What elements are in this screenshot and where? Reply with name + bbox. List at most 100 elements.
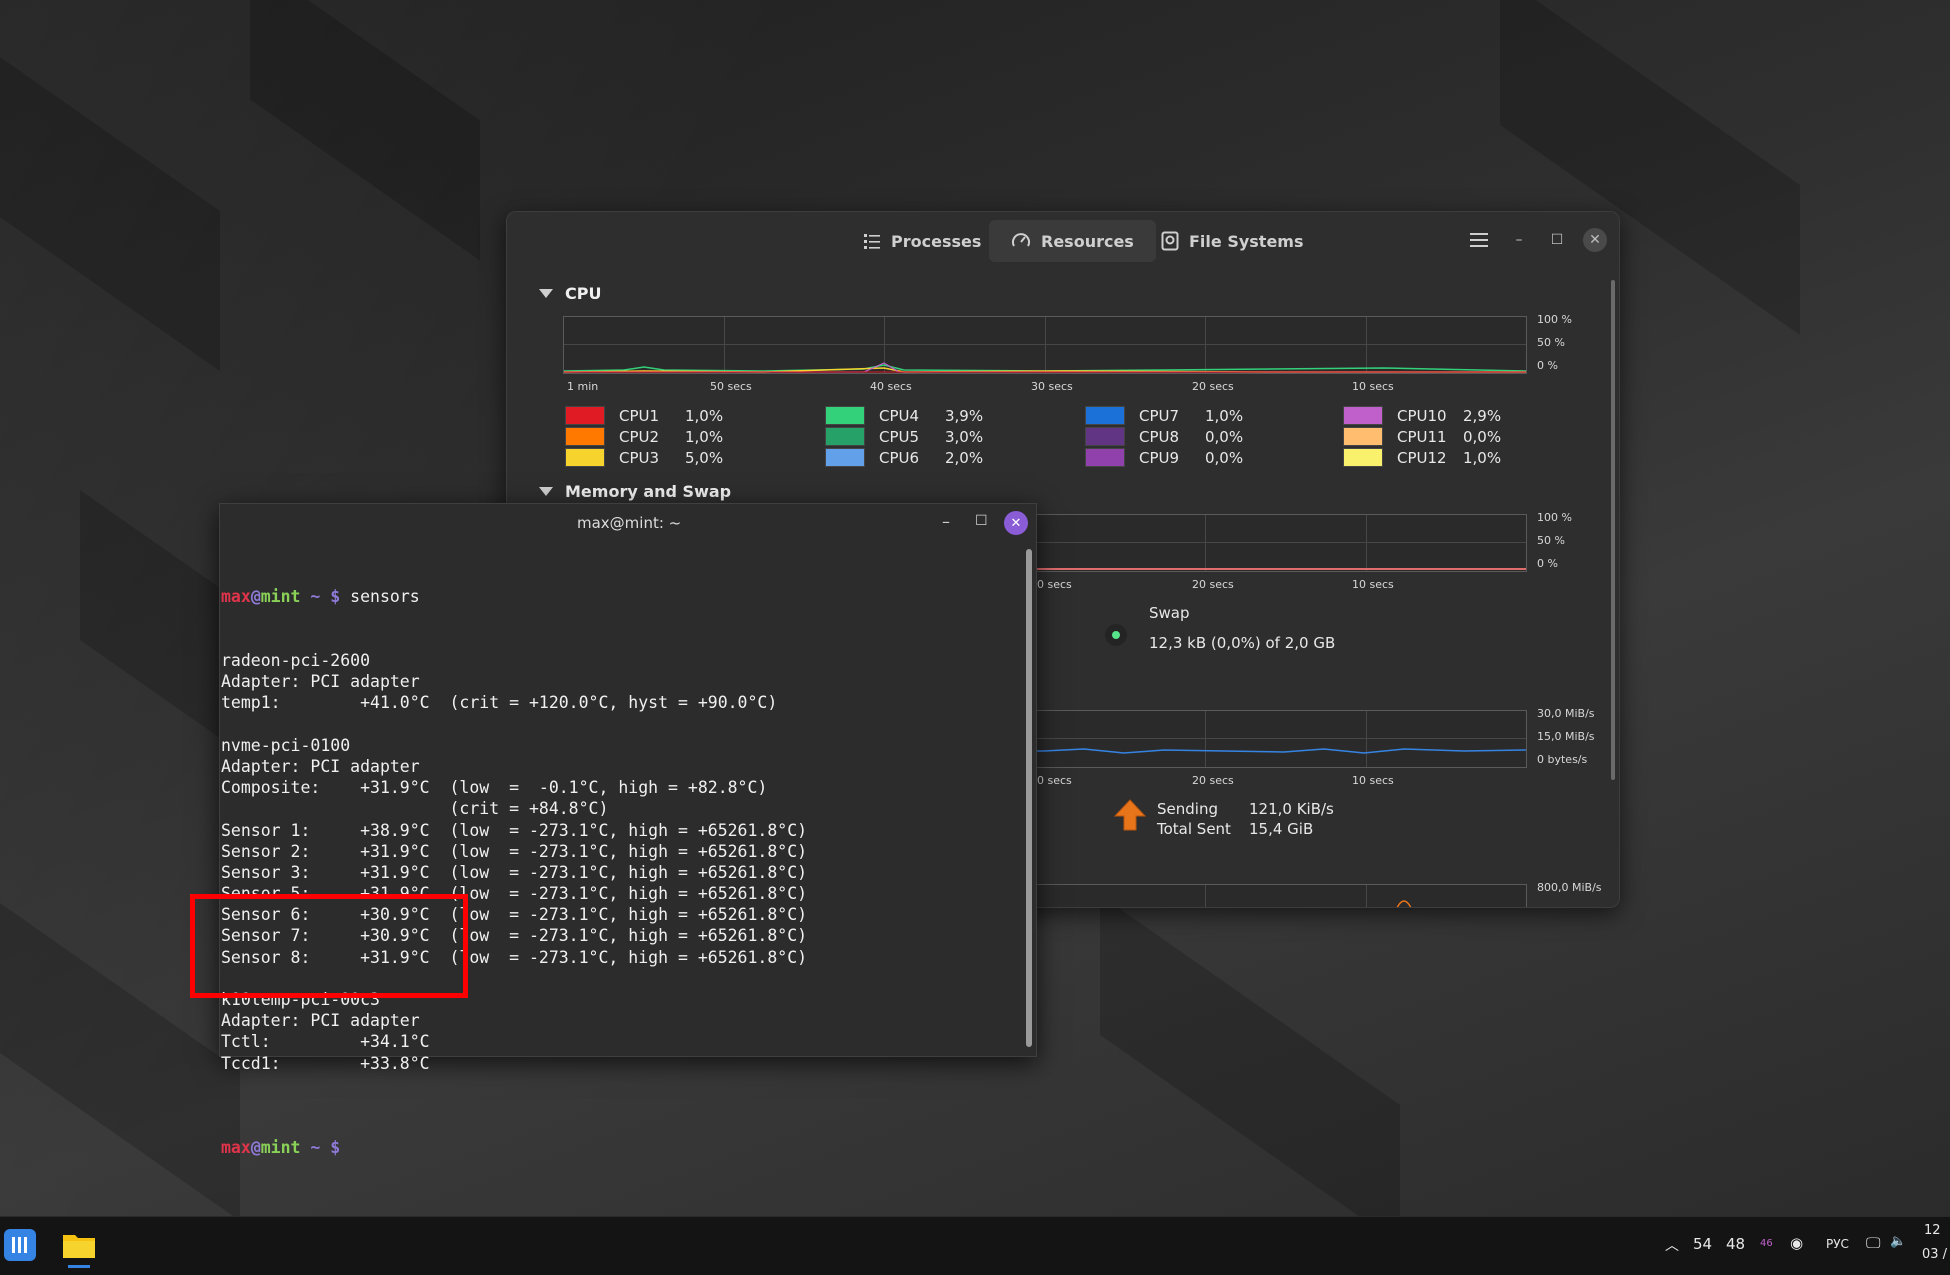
memory-x-tick: 10 secs <box>1352 578 1394 591</box>
cpu-x-tick: 30 secs <box>1031 380 1073 393</box>
cpu-name: CPU11 <box>1397 427 1447 446</box>
cpu-legend-item: CPU8 0,0% <box>1085 427 1243 446</box>
tray-value: 48 <box>1726 1235 1746 1253</box>
prompt-line: max@mint ~ $ <box>221 1138 351 1158</box>
command-text: sensors <box>350 587 420 607</box>
terminal-line: Tccd1: +33.8°C <box>221 1053 430 1073</box>
memory-y-tick: 100 % <box>1537 511 1572 524</box>
cpu-legend-item: CPU11 0,0% <box>1343 427 1501 446</box>
hamburger-menu-icon[interactable] <box>1467 228 1491 252</box>
cpu-legend-item: CPU6 2,0% <box>825 448 983 467</box>
swap-dot-icon <box>1112 631 1120 639</box>
color-swatch[interactable] <box>565 427 605 446</box>
close-button[interactable]: ✕ <box>1583 228 1607 252</box>
color-swatch[interactable] <box>825 406 865 425</box>
color-swatch[interactable] <box>565 448 605 467</box>
tab-resources[interactable]: Resources <box>989 220 1156 262</box>
cpu-history-graph <box>563 316 1527 374</box>
terminal-line: radeon-pci-2600 <box>221 651 371 670</box>
highlight-annotation-box <box>190 894 468 998</box>
cpu-y-tick: 100 % <box>1537 313 1572 326</box>
terminal-line: Adapter: PCI adapter <box>221 672 420 692</box>
cpu-value: 0,0% <box>1463 427 1502 446</box>
cpu-value: 3,0% <box>945 427 984 446</box>
cpu-legend-item: CPU4 3,9% <box>825 406 983 425</box>
cpu-section-header[interactable]: CPU <box>539 284 601 303</box>
clock-date[interactable]: 03 / <box>1922 1247 1947 1262</box>
tab-processes[interactable]: Processes <box>841 220 1003 262</box>
color-swatch[interactable] <box>565 406 605 425</box>
tray-expand-icon[interactable]: ︿ <box>1665 1235 1679 1255</box>
swap-label: Swap <box>1149 604 1190 622</box>
color-swatch[interactable] <box>1085 448 1125 467</box>
network-y-tick: 15,0 MiB/s <box>1537 730 1595 743</box>
color-swatch[interactable] <box>825 448 865 467</box>
cpu-section-title: CPU <box>565 284 602 303</box>
cpu-value: 1,0% <box>1463 448 1502 467</box>
cpu-x-tick: 1 min <box>567 380 599 393</box>
maximize-button[interactable]: ☐ <box>1545 228 1569 252</box>
color-swatch[interactable] <box>1085 406 1125 425</box>
close-button[interactable]: ✕ <box>1004 511 1028 535</box>
cpu-x-tick: 50 secs <box>710 380 752 393</box>
color-swatch[interactable] <box>1085 427 1125 446</box>
total-sent-label: Total Sent <box>1157 820 1231 838</box>
minimize-button[interactable]: – <box>942 512 950 531</box>
cpu-name: CPU6 <box>879 448 920 467</box>
terminal-titlebar[interactable]: max@mint: ~ – ☐ ✕ <box>220 504 1036 544</box>
swap-indicator <box>1105 624 1127 646</box>
memory-section-title: Memory and Swap <box>565 482 732 501</box>
terminal-title: max@mint: ~ <box>577 514 682 532</box>
sending-value: 121,0 KiB/s <box>1249 800 1334 818</box>
tab-resources-label: Resources <box>1041 231 1134 251</box>
wallpaper-tile <box>0 28 220 372</box>
color-swatch[interactable] <box>825 427 865 446</box>
volume-icon[interactable]: 🔈 <box>1890 1234 1906 1249</box>
minimize-button[interactable]: – <box>1507 228 1531 252</box>
cpu-legend-item: CPU2 1,0% <box>565 427 723 446</box>
cpu-legend-item: CPU9 0,0% <box>1085 448 1243 467</box>
color-swatch[interactable] <box>1343 448 1383 467</box>
memory-x-tick: 0 secs <box>1037 578 1072 591</box>
network-icon[interactable]: 🖵 <box>1866 1234 1880 1252</box>
prompt-line: max@mint ~ $ sensors <box>221 587 420 607</box>
terminal-line: Tctl: +34.1°C <box>221 1032 430 1052</box>
terminal-line: Sensor 3: +31.9°C (low = -273.1°C, high … <box>221 862 808 882</box>
keyboard-layout[interactable]: РУС <box>1826 1237 1849 1251</box>
tab-file-systems-label: File Systems <box>1189 231 1304 251</box>
file-manager-icon[interactable] <box>62 1231 96 1259</box>
terminal-line: Sensor 2: +31.9°C (low = -273.1°C, high … <box>221 841 808 861</box>
sending-label: Sending <box>1157 800 1218 818</box>
cpu-legend-item: CPU10 2,9% <box>1343 406 1501 425</box>
cpu-name: CPU8 <box>1139 427 1180 446</box>
tray-circle-icon[interactable]: ◉ <box>1790 1234 1803 1252</box>
terminal-line: temp1: +41.0°C (crit = +120.0°C, hyst = … <box>221 693 778 713</box>
memory-section-header[interactable]: Memory and Swap <box>539 482 731 501</box>
disk-y-tick: 800,0 MiB/s <box>1537 881 1602 894</box>
color-swatch[interactable] <box>1343 427 1383 446</box>
tray-value: 54 <box>1693 1235 1713 1253</box>
cpu-x-tick: 40 secs <box>870 380 912 393</box>
network-x-tick: 10 secs <box>1352 774 1394 787</box>
active-app-indicator <box>68 1265 90 1268</box>
cpu-legend-item: CPU12 1,0% <box>1343 448 1501 467</box>
cpu-legend-item: CPU1 1,0% <box>565 406 723 425</box>
color-swatch[interactable] <box>1343 406 1383 425</box>
cpu-value: 3,9% <box>945 406 984 425</box>
tab-file-systems[interactable]: File Systems <box>1139 220 1326 262</box>
system-monitor-header: Processes Resources File Systems – ☐ ✕ <box>507 212 1619 268</box>
memory-y-tick: 50 % <box>1537 534 1565 547</box>
scrollbar[interactable] <box>1611 280 1615 780</box>
cpu-value: 1,0% <box>1205 406 1244 425</box>
scrollbar[interactable] <box>1026 549 1032 1047</box>
start-menu-icon[interactable] <box>4 1229 36 1261</box>
upload-arrow-icon <box>1113 799 1147 831</box>
cpu-value: 1,0% <box>685 427 724 446</box>
clock-time[interactable]: 12 <box>1924 1223 1941 1238</box>
terminal-lines: radeon-pci-2600 Adapter: PCI adapter temp1… <box>221 650 1021 1095</box>
maximize-button[interactable]: ☐ <box>975 513 988 529</box>
network-x-tick: 0 secs <box>1037 774 1072 787</box>
total-sent-value: 15,4 GiB <box>1249 820 1314 838</box>
